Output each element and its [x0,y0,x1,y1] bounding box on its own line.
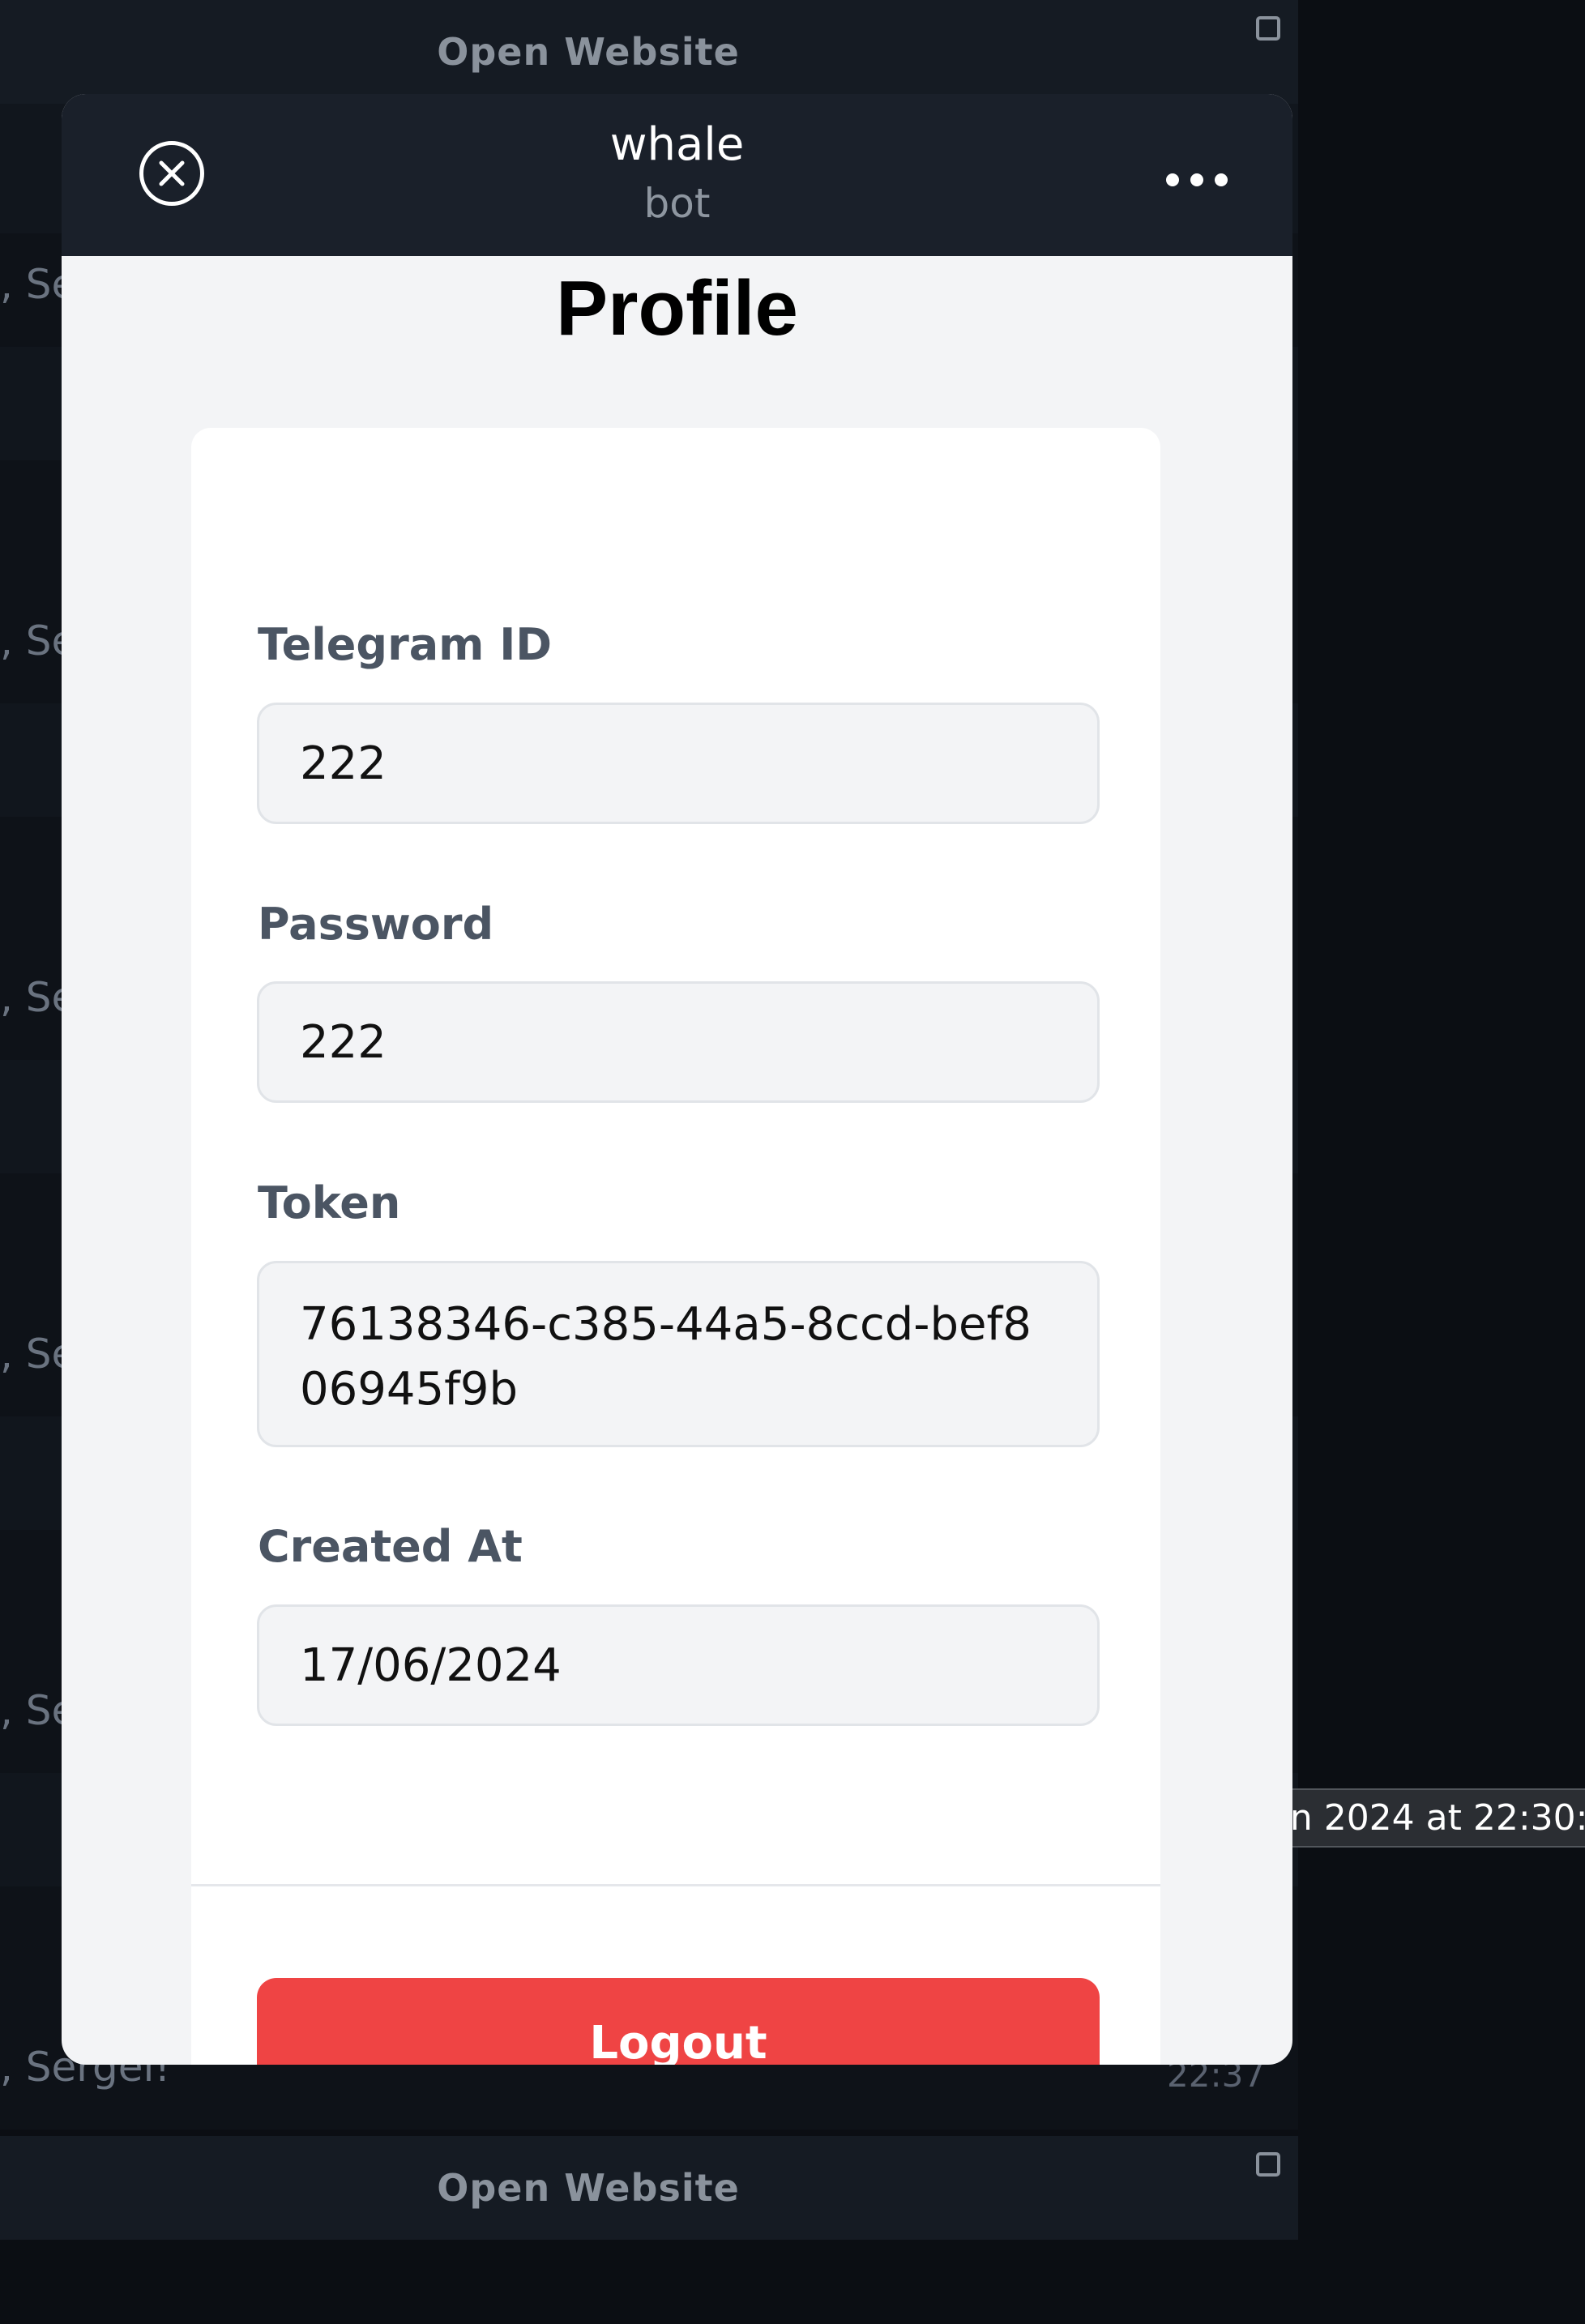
mini-app-header: whale bot [62,94,1292,256]
window-icon [1256,16,1280,41]
password-label: Password [258,899,494,950]
more-dot [1215,173,1228,186]
open-website-label: Open Website [437,30,740,74]
telegram-id-label: Telegram ID [258,619,553,670]
telegram-id-field[interactable]: 222 [257,703,1100,824]
created-at-field[interactable]: 17/06/2024 [257,1604,1100,1726]
open-website-bar-top[interactable]: Open Website [0,0,1298,104]
logout-button[interactable]: Logout [257,1978,1100,2065]
token-label: Token [258,1177,401,1228]
page-title: Profile [556,265,798,352]
bot-name: whale [609,118,745,171]
more-dot [1190,173,1203,186]
more-dot [1166,173,1179,186]
open-website-bar-bottom[interactable]: Open Website [0,2136,1298,2240]
card-divider [191,1884,1160,1886]
password-field[interactable]: 222 [257,981,1100,1103]
created-at-label: Created At [258,1521,523,1572]
bot-subtitle: bot [643,180,711,227]
token-field[interactable]: 76138346-c385-44a5-8ccd-bef806945f9b [257,1261,1100,1447]
more-options-icon[interactable] [1144,164,1250,196]
open-website-label: Open Website [437,2166,740,2210]
mini-app-window: whale bot Profile Telegram ID 222 Passwo… [62,94,1292,2065]
window-icon [1256,2152,1280,2177]
profile-card: Telegram ID 222 Password 222 Token 76138… [191,428,1160,2065]
